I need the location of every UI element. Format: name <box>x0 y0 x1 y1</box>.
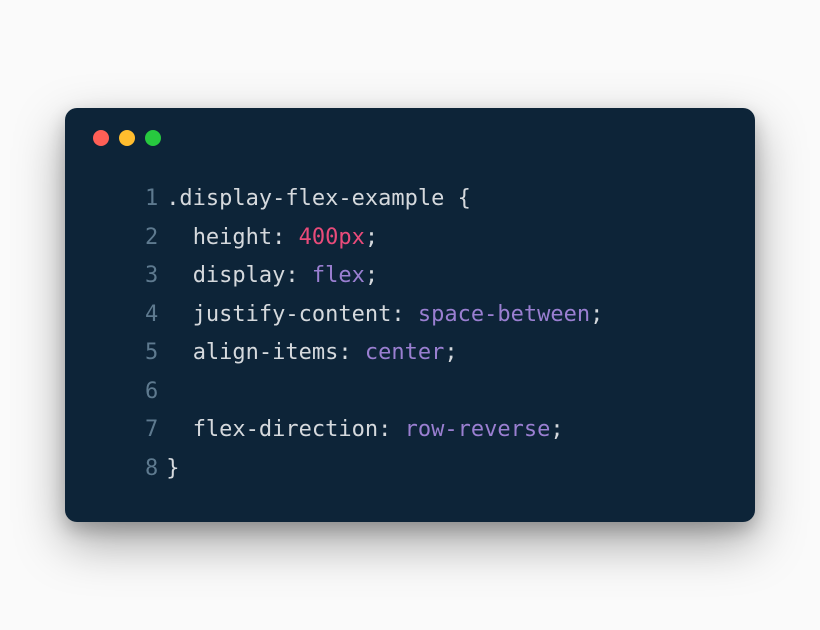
line-content: .display-flex-example { <box>166 186 471 211</box>
line-content: flex-direction: row-reverse; <box>166 417 563 442</box>
token: display <box>193 263 286 288</box>
line-number: 6 <box>123 373 158 412</box>
line-content: } <box>166 456 179 481</box>
line-content: display: flex; <box>166 263 378 288</box>
code-window: 1.display-flex-example {2 height: 400px;… <box>65 108 755 522</box>
token: ; <box>365 263 378 288</box>
code-line: 4 justify-content: space-between; <box>123 296 729 335</box>
line-number: 5 <box>123 334 158 373</box>
zoom-icon[interactable] <box>145 130 161 146</box>
line-number: 2 <box>123 219 158 258</box>
token: } <box>166 456 179 481</box>
code-line: 3 display: flex; <box>123 257 729 296</box>
code-line: 7 flex-direction: row-reverse; <box>123 411 729 450</box>
line-number: 8 <box>123 450 158 489</box>
token: ; <box>444 340 457 365</box>
token: .display-flex-example <box>166 186 457 211</box>
token: flex <box>312 263 365 288</box>
token: : <box>391 302 418 327</box>
line-content: height: 400px; <box>166 225 378 250</box>
code-line: 1 .display-flex-example { <box>123 180 729 219</box>
line-number: 1 <box>123 180 158 219</box>
code-block: 1.display-flex-example {2 height: 400px;… <box>91 180 729 488</box>
token: justify-content <box>193 302 392 327</box>
code-line: 2 height: 400px; <box>123 219 729 258</box>
line-content: align-items: center; <box>166 340 457 365</box>
line-number: 4 <box>123 296 158 335</box>
token: : <box>378 417 405 442</box>
line-number: 3 <box>123 257 158 296</box>
token: : <box>272 225 299 250</box>
code-line: 8} <box>123 450 729 489</box>
token: align-items <box>193 340 339 365</box>
traffic-lights <box>91 130 729 146</box>
token: height <box>193 225 272 250</box>
token: ; <box>365 225 378 250</box>
token: : <box>338 340 365 365</box>
line-content: justify-content: space-between; <box>166 302 603 327</box>
minimize-icon[interactable] <box>119 130 135 146</box>
token: space-between <box>418 302 590 327</box>
code-line: 6 <box>123 373 729 412</box>
token: ; <box>590 302 603 327</box>
token: px <box>338 225 365 250</box>
token: row-reverse <box>405 417 551 442</box>
token: { <box>458 186 471 211</box>
code-line: 5 align-items: center; <box>123 334 729 373</box>
token: center <box>365 340 444 365</box>
line-number: 7 <box>123 411 158 450</box>
token: flex-direction <box>193 417 378 442</box>
close-icon[interactable] <box>93 130 109 146</box>
token: : <box>285 263 312 288</box>
token: 400 <box>299 225 339 250</box>
token: ; <box>550 417 563 442</box>
